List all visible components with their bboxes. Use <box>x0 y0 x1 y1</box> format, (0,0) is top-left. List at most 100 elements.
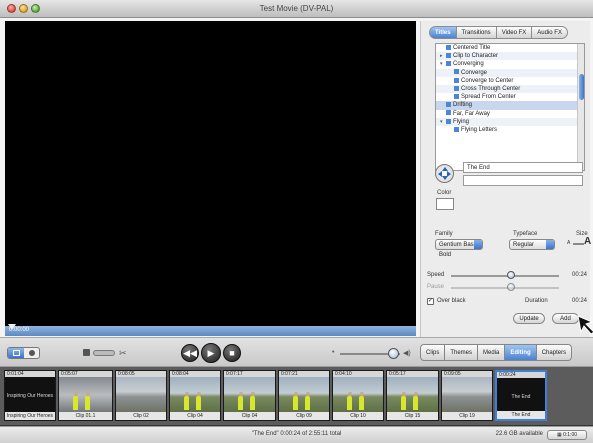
clip-name: Inspiring Our Heroes <box>5 412 55 420</box>
title-style-icon <box>446 61 451 67</box>
family-popup[interactable]: Gentium Basic Bold <box>435 239 483 258</box>
timeline-view-button[interactable] <box>29 350 35 356</box>
timeline-view-toggle[interactable] <box>7 347 40 359</box>
camera-mode-switch[interactable] <box>93 350 115 356</box>
list-item[interactable]: Converge to Center <box>436 77 584 85</box>
person-head <box>184 392 189 396</box>
person-figure <box>238 396 243 410</box>
person-head <box>73 392 78 396</box>
title-list-scroll-thumb[interactable] <box>579 74 584 100</box>
subtitle-text-field[interactable] <box>463 175 583 186</box>
person-head <box>250 392 255 396</box>
list-item[interactable]: Drifting <box>436 101 584 110</box>
list-item[interactable]: Centered Title <box>436 44 584 52</box>
person-head <box>293 392 298 396</box>
timeline-clip[interactable]: 0:05:17 Clip 15 <box>386 370 439 421</box>
tab-transitions[interactable]: Transitions <box>456 26 497 39</box>
clip-thumbnail-text: Inspiring Our Heroes <box>6 393 54 399</box>
mode-button-clips[interactable]: Clips <box>420 344 446 361</box>
title-style-icon <box>454 94 459 100</box>
add-button[interactable]: Add <box>552 313 579 324</box>
pause-slider-knob[interactable] <box>507 283 515 291</box>
person-figure <box>250 396 255 410</box>
clip-thumbnail <box>170 377 220 413</box>
window-titlebar: Test Movie (DV-PAL) <box>0 0 593 18</box>
scissors-icon[interactable]: ✂ <box>119 348 127 359</box>
title-style-list[interactable]: Centered Title ▸ Clip to Character ▾ Converg… <box>435 43 585 171</box>
pause-label: Pause <box>427 284 445 290</box>
list-item[interactable]: Far, Far Away <box>436 110 584 118</box>
volume-slider-knob[interactable] <box>388 348 399 359</box>
clip-thumbnail <box>59 377 112 413</box>
timeline-clip[interactable]: 0:00:24 The End The End <box>495 370 547 421</box>
typeface-value: Regular <box>513 242 535 248</box>
over-black-checkbox[interactable]: ✓ <box>427 298 434 305</box>
list-item[interactable]: Flying Letters <box>436 126 584 134</box>
timeline-clip[interactable]: 0:07:17 Clip 04 <box>223 370 276 421</box>
list-item[interactable]: ▾ Flying <box>436 117 584 126</box>
list-item[interactable]: Converge <box>436 68 584 77</box>
title-style-icon <box>446 102 451 108</box>
person-figure <box>347 396 352 410</box>
panel-tabs: Titles Transitions Video FX Audio FX <box>429 26 568 39</box>
color-swatch[interactable] <box>436 198 454 210</box>
pause-slider-track[interactable] <box>451 287 559 289</box>
timeline-clip[interactable]: 0:04:10 Clip 10 <box>332 370 384 421</box>
tab-titles[interactable]: Titles <box>429 26 457 39</box>
timeline-clip[interactable]: 0:07:21 Clip 09 <box>278 370 330 421</box>
video-viewer[interactable] <box>5 21 416 326</box>
timeline-clip[interactable]: 0:01:04 Inspiring Our Heroes Inspiring Our… <box>4 370 56 421</box>
speed-slider-knob[interactable] <box>507 271 515 279</box>
mode-button-editing[interactable]: Editing <box>505 344 537 361</box>
timeline-clip[interactable]: 0:09:05 Clip 19 <box>441 370 493 421</box>
title-style-icon <box>454 126 459 132</box>
camera-icon <box>83 349 90 356</box>
size-slider[interactable] <box>573 243 584 245</box>
fullscreen-play-button[interactable]: ■ <box>223 344 241 362</box>
title-style-icon <box>446 118 451 124</box>
person-head <box>347 392 352 396</box>
person-head <box>85 392 90 396</box>
update-button[interactable]: Update <box>513 313 545 324</box>
titles-panel: Titles Transitions Video FX Audio FX Center… <box>420 21 591 337</box>
timeline-clip[interactable]: 0:08:04 Clip 04 <box>169 370 221 421</box>
title-style-icon <box>454 77 459 83</box>
list-item-label: Converge to Center <box>461 77 514 84</box>
speed-slider-track[interactable] <box>451 275 559 277</box>
timeline-clip[interactable]: 0:05:07 Clip 01.1 <box>58 370 113 421</box>
color-label: Color <box>437 190 452 196</box>
list-item-label: Far, Far Away <box>453 110 490 117</box>
timeline-clip[interactable]: 0:08:05 Clip 02 <box>115 370 167 421</box>
mode-button-themes[interactable]: Themes <box>445 344 479 361</box>
title-list-scrollbar[interactable] <box>577 44 584 170</box>
title-text-field[interactable]: The End <box>463 162 583 173</box>
mode-button-media[interactable]: Media <box>478 344 506 361</box>
person-head <box>196 392 201 396</box>
arrow-right-icon[interactable] <box>447 171 451 177</box>
tab-video-fx[interactable]: Video FX <box>496 26 533 39</box>
clip-timeline[interactable]: 0:01:04 Inspiring Our Heroes Inspiring Our… <box>0 367 593 426</box>
mouse-cursor-icon <box>577 315 593 335</box>
zoom-popup-button[interactable]: ▦ 0:1:00 <box>547 430 587 440</box>
rewind-button[interactable]: ◀◀ <box>181 344 199 362</box>
speed-label: Speed <box>427 272 445 278</box>
arrow-left-icon[interactable] <box>438 171 442 177</box>
title-style-icon <box>446 53 451 59</box>
duration-label: Duration <box>525 298 548 304</box>
duration-value: 00:24 <box>571 298 587 304</box>
volume-high-icon: ◀) <box>403 350 411 357</box>
scrubber-bar[interactable]: 0:00:00 <box>5 324 416 336</box>
typeface-popup[interactable]: Regular <box>509 239 555 250</box>
tab-audio-fx[interactable]: Audio FX <box>532 26 568 39</box>
list-item[interactable]: Cross Through Center <box>436 84 584 94</box>
playback-toolbar: ✂ ◀◀ ▶ ■ • ◀) Clips Themes Media Editing Cha… <box>0 337 593 367</box>
clip-view-button[interactable] <box>8 348 24 358</box>
list-item[interactable]: Spread From Center <box>436 93 584 101</box>
play-button[interactable]: ▶ <box>201 343 221 363</box>
mode-button-chapters[interactable]: Chapters <box>536 344 573 361</box>
direction-control[interactable] <box>435 164 454 183</box>
clip-name: Clip 04 <box>170 412 220 420</box>
list-item[interactable]: ▾ Converging <box>436 60 584 68</box>
list-item[interactable]: ▸ Clip to Character <box>436 52 584 61</box>
clip-thumbnail <box>116 377 166 413</box>
